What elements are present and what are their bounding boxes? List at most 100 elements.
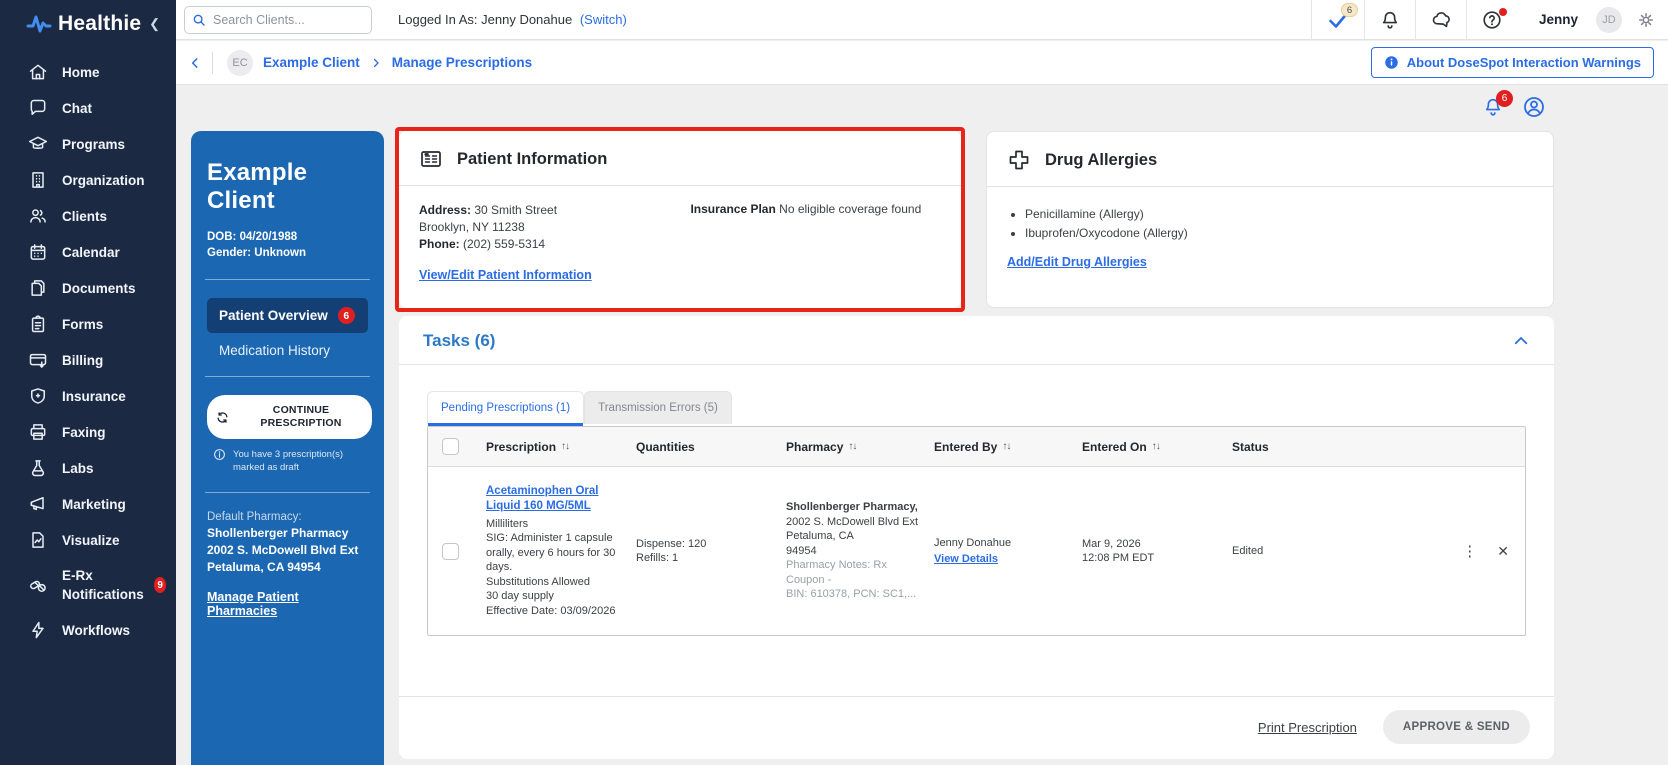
sidebar-item-label: E-Rx Notifications <box>62 568 144 602</box>
sidebar-item-label: Home <box>62 64 100 80</box>
column-entered-on[interactable]: Entered On ↑↓ <box>1082 440 1232 454</box>
column-label: Entered By <box>934 439 998 454</box>
drug-effective-date: Effective Date: 03/09/2026 <box>486 604 616 617</box>
sidebar-item-marketing[interactable]: Marketing <box>0 486 176 522</box>
phone-line: Phone: (202) 559-5314 <box>419 236 690 253</box>
column-entered-by[interactable]: Entered By ↑↓ <box>934 440 1082 454</box>
prescription-row: Acetaminophen Oral Liquid 160 MG/5ML Mil… <box>428 467 1525 635</box>
client-gender: Gender: Unknown <box>207 247 307 259</box>
manage-pharmacies-link[interactable]: Manage Patient Pharmacies <box>207 590 368 618</box>
sidebar-item-documents[interactable]: Documents <box>0 270 176 306</box>
drug-link[interactable]: Acetaminophen Oral Liquid 160 MG/5ML <box>486 484 624 514</box>
continue-prescription-button[interactable]: CONTINUE PRESCRIPTION <box>207 395 372 439</box>
edit-allergies-link[interactable]: Add/Edit Drug Allergies <box>1007 255 1147 269</box>
patient-overview-tab[interactable]: Patient Overview 6 <box>207 298 368 333</box>
sidebar-item-billing[interactable]: Billing <box>0 342 176 378</box>
pharmacy-name: Shollenberger Pharmacy <box>207 526 349 540</box>
sidebar-item-visualize[interactable]: Visualize <box>0 522 176 558</box>
switch-user-link[interactable]: (Switch) <box>580 12 627 27</box>
sidebar-item-label: Forms <box>62 316 104 332</box>
breadcrumb-client-link[interactable]: Example Client <box>263 55 360 70</box>
sidebar-item-clients[interactable]: Clients <box>0 198 176 234</box>
erx-notifications-bell-button[interactable]: 6 <box>1482 90 1513 118</box>
row-checkbox[interactable] <box>442 542 459 560</box>
user-avatar[interactable]: JD <box>1596 6 1622 33</box>
table-header-row: Prescription ↑↓ Quantities Pharmacy ↑↓ E… <box>428 427 1525 467</box>
collapse-chevron-icon[interactable] <box>1512 332 1530 350</box>
panel-divider <box>205 376 370 377</box>
drug-unit: Milliliters <box>486 517 529 530</box>
sort-icon: ↑↓ <box>1151 441 1161 452</box>
prescription-cell: Acetaminophen Oral Liquid 160 MG/5ML Mil… <box>486 484 636 619</box>
tab-transmission-errors[interactable]: Transmission Errors (5) <box>584 391 732 424</box>
approve-send-button[interactable]: APPROVE & SEND <box>1382 710 1530 744</box>
kebab-menu-icon[interactable]: ⋮ <box>1462 542 1477 560</box>
entered-on-time: 12:08 PM EDT <box>1082 552 1155 564</box>
column-label: Pharmacy <box>786 439 844 454</box>
column-prescription[interactable]: Prescription ↑↓ <box>486 440 636 454</box>
topbar-icons: 6 Jenny JD <box>1310 0 1668 39</box>
entered-on-cell: Mar 9, 2026 12:08 PM EDT <box>1082 537 1232 566</box>
flask-icon <box>28 458 48 478</box>
chevron-right-icon <box>370 57 382 69</box>
sidebar-collapse-icon[interactable]: ❮ <box>143 14 166 34</box>
back-chevron-icon[interactable] <box>176 52 212 74</box>
sidebar-item-home[interactable]: Home <box>0 54 176 90</box>
about-dosespot-button[interactable]: About DoseSpot Interaction Warnings <box>1370 47 1654 78</box>
delete-row-icon[interactable]: ✕ <box>1497 543 1509 560</box>
apps-button[interactable] <box>1414 0 1466 39</box>
sidebar-item-forms[interactable]: Forms <box>0 306 176 342</box>
column-pharmacy[interactable]: Pharmacy ↑↓ <box>786 440 934 454</box>
logged-in-label: Logged In As: <box>398 12 478 27</box>
sidebar-item-label: Chat <box>62 100 92 116</box>
draft-note: You have 3 prescription(s) marked as dra… <box>207 448 368 474</box>
content-header-icons: 6 <box>1482 90 1546 119</box>
drug-supply: 30 day supply <box>486 590 554 603</box>
medical-cross-icon <box>1007 148 1031 172</box>
allergy-list: Penicillamine (Allergy) Ibuprofen/Oxycod… <box>1025 205 1533 243</box>
tasks-count-badge: 6 <box>1340 3 1358 17</box>
notifications-bell-button[interactable] <box>1363 0 1415 39</box>
main-content: 6 Example Client DOB: 04/20/1988 Gender:… <box>176 85 1668 765</box>
help-button[interactable] <box>1465 0 1517 39</box>
column-label: Quantities <box>636 439 695 454</box>
view-details-link[interactable]: View Details <box>934 552 998 567</box>
info-outline-icon <box>213 448 226 474</box>
tasks-card: Tasks (6) Pending Prescriptions (1) Tran… <box>399 316 1554 759</box>
brand-name: Healthie <box>58 12 142 35</box>
patient-information-body: Address: 30 Smith Street Brooklyn, NY 11… <box>399 186 961 300</box>
default-pharmacy-label: Default Pharmacy: <box>207 511 302 523</box>
sidebar-item-label: Marketing <box>62 496 126 512</box>
sidebar-item-labs[interactable]: Labs <box>0 450 176 486</box>
pharmacy-name: Shollenberger Pharmacy, <box>786 501 918 514</box>
sidebar-item-workflows[interactable]: Workflows <box>0 612 176 648</box>
draft-note-text: You have 3 prescription(s) marked as dra… <box>233 449 344 473</box>
print-prescription-link[interactable]: Print Prescription <box>1258 720 1357 735</box>
client-search <box>184 5 372 34</box>
sort-icon: ↑↓ <box>848 441 857 452</box>
sidebar-item-organization[interactable]: Organization <box>0 162 176 198</box>
sidebar-item-erx-notifications[interactable]: E-Rx Notifications 9 <box>0 558 176 612</box>
shield-icon <box>28 386 48 406</box>
chart-doc-icon <box>28 530 48 550</box>
sidebar-item-chat[interactable]: Chat <box>0 90 176 126</box>
sidebar-item-faxing[interactable]: Faxing <box>0 414 176 450</box>
refills: Refills: 1 <box>636 552 679 564</box>
tab-pending-prescriptions[interactable]: Pending Prescriptions (1) <box>427 391 585 426</box>
client-name: Example Client <box>207 159 308 214</box>
sidebar-item-insurance[interactable]: Insurance <box>0 378 176 414</box>
sidebar-item-calendar[interactable]: Calendar <box>0 234 176 270</box>
refresh-icon <box>215 410 230 425</box>
tasks-check-button[interactable]: 6 <box>1310 0 1364 39</box>
allergy-item: Ibuprofen/Oxycodone (Allergy) <box>1025 224 1533 243</box>
edit-patient-info-link[interactable]: View/Edit Patient Information <box>419 267 592 284</box>
search-input[interactable] <box>184 5 372 34</box>
settings-gear-icon[interactable] <box>1636 10 1656 30</box>
select-all-checkbox[interactable] <box>442 438 459 455</box>
pharmacy-line: 94954 <box>786 544 817 557</box>
sidebar-item-programs[interactable]: Programs <box>0 126 176 162</box>
info-icon <box>1384 55 1399 70</box>
medication-history-tab[interactable]: Medication History <box>207 333 368 358</box>
insurance-label: Insurance Plan <box>690 202 776 216</box>
account-icon[interactable] <box>1522 95 1546 119</box>
